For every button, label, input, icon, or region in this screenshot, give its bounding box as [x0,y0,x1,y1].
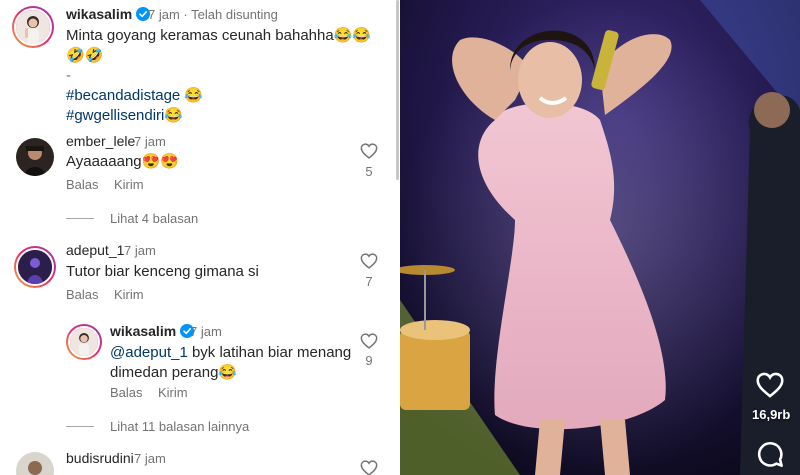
hashtag-becandadistage[interactable]: #becandadistage 😂 [66,86,371,106]
reply-button[interactable]: Balas [66,287,99,302]
comment-like-count: 7 [365,274,373,289]
mention-adeput-1[interactable]: @adeput_1 [110,344,188,361]
comment-username[interactable]: adeput_1 [66,242,124,258]
reply-like-icon[interactable] [360,333,378,349]
comment-time: 7 jam [134,134,166,149]
edited-label: Telah disunting [191,7,278,22]
comment-like-icon[interactable] [360,253,378,269]
comment-avatar-adeput-1[interactable] [14,246,56,288]
replies-divider [66,218,94,219]
send-button[interactable]: Kirim [114,287,144,302]
send-button[interactable]: Kirim [158,385,188,400]
caption-username[interactable]: wikasalim [66,6,151,22]
reply-button[interactable]: Balas [66,177,99,192]
video-player[interactable]: 16,9rb [400,0,800,475]
reply-like-count: 9 [365,353,373,368]
reply-text: @adeput_1 byk latihan biar menang dimeda… [110,344,352,381]
view-more-replies-button[interactable]: Lihat 11 balasan lainnya [110,419,249,434]
reply-username[interactable]: wikasalim [110,323,195,339]
video-frame [400,0,800,475]
replies-divider [66,426,94,427]
comment-avatar-ember-lele[interactable] [16,138,54,176]
comment-username[interactable]: budisrudini [66,450,134,466]
reply-time: 7 jam [190,324,222,339]
caption-avatar[interactable] [12,6,54,48]
reply-button[interactable]: Balas [110,385,143,400]
comment-like-icon[interactable] [360,143,378,159]
reply-avatar-wikasalim[interactable] [66,324,102,360]
heart-icon[interactable] [756,372,784,398]
comment-like-icon[interactable] [360,460,378,475]
comment-icon[interactable] [756,440,784,468]
send-button[interactable]: Kirim [114,177,144,192]
comment-username[interactable]: ember_lele [66,133,135,149]
comment-text: Ayaaaaang😍😍 [66,153,179,170]
comments-panel: wikasalim 7 jam · Telah disunting Minta … [0,0,400,475]
hashtag-gwgellisendiri[interactable]: #gwgellisendiri😂 [66,106,371,126]
caption-text: Minta goyang keramas ceunah bahahha😂😂 🤣🤣… [66,27,372,126]
scrollbar-thumb[interactable] [396,0,399,180]
caption-meta: 7 jam · Telah disunting [148,7,278,22]
comment-text: Tutor biar kenceng gimana si [66,263,259,280]
like-count: 16,9rb [752,407,791,422]
caption-time: 7 jam [148,7,180,22]
comment-avatar-budisrudini[interactable] [16,452,54,475]
view-replies-button[interactable]: Lihat 4 balasan [110,211,198,226]
comment-like-count: 5 [365,164,373,179]
comment-time: 7 jam [134,451,166,466]
comment-time: 7 jam [124,243,156,258]
